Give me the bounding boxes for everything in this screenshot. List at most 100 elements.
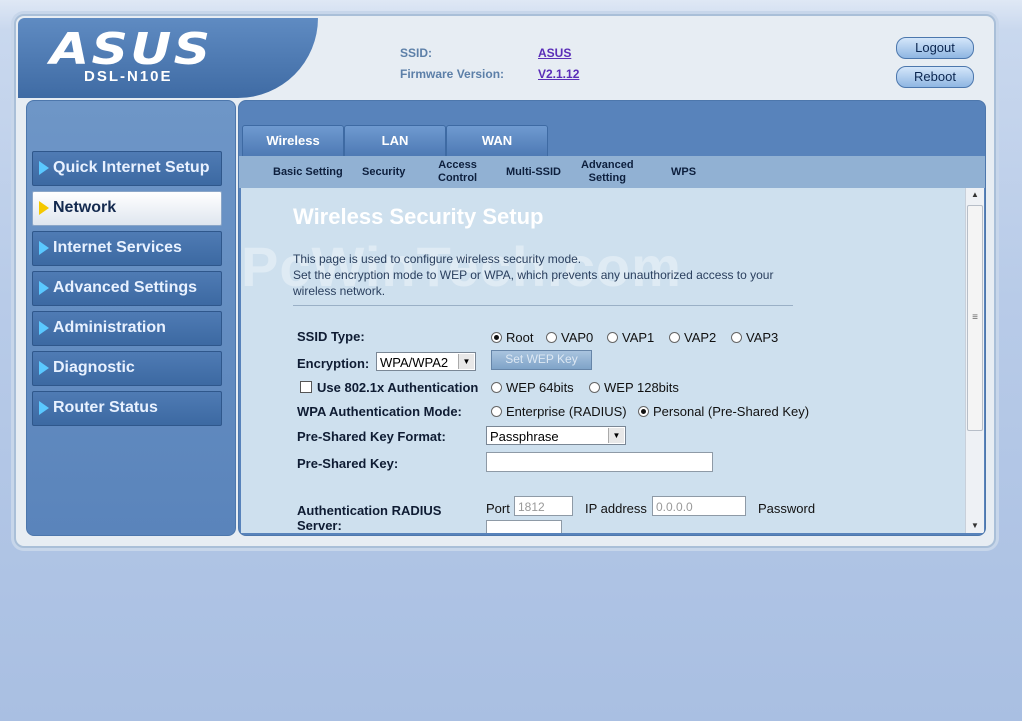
ssid-link[interactable]: ASUS <box>538 46 571 60</box>
divider <box>293 305 793 306</box>
psk-format-value: Passphrase <box>490 429 559 444</box>
radio-icon[interactable] <box>546 332 557 343</box>
checkbox-icon[interactable] <box>300 381 312 393</box>
encryption-label: Encryption: <box>297 356 370 371</box>
port-input[interactable]: 1812 <box>514 496 573 516</box>
subtab-advanced-setting[interactable]: Advanced Setting <box>581 159 634 185</box>
subtab-bar: Basic Setting Security Access Control Mu… <box>239 156 985 188</box>
ssid-option-vap1[interactable]: VAP1 <box>607 330 654 345</box>
nav-diagnostic[interactable]: Diagnostic <box>32 351 222 386</box>
psk-format-label: Pre-Shared Key Format: <box>297 429 446 444</box>
subtab-multi-ssid[interactable]: Multi-SSID <box>506 166 561 179</box>
subtab-wps[interactable]: WPS <box>671 166 696 179</box>
content-area: PcWinTech.com Wireless Security Setup Th… <box>241 188 965 533</box>
ip-address-input[interactable]: 0.0.0.0 <box>652 496 746 516</box>
radio-icon[interactable] <box>491 406 502 417</box>
header: ASUS DSL-N10E SSID: ASUS Firmware Versio… <box>16 16 994 100</box>
radio-icon[interactable] <box>491 382 502 393</box>
nav-router-status[interactable]: Router Status <box>32 391 222 426</box>
wep128-option[interactable]: WEP 128bits <box>589 380 679 395</box>
firmware-label: Firmware Version: <box>400 67 505 81</box>
firmware-link[interactable]: V2.1.12 <box>538 67 579 81</box>
nav-label: Quick Internet Setup <box>53 159 210 176</box>
arrow-right-icon <box>39 201 49 215</box>
desc-line: Set the encryption mode to WEP or WPA, w… <box>293 268 774 282</box>
radio-icon[interactable] <box>607 332 618 343</box>
subtab-line: Advanced <box>581 159 634 171</box>
subtab-access-control[interactable]: Access Control <box>438 159 477 185</box>
page-title: Wireless Security Setup <box>293 204 544 229</box>
nav-label: Router Status <box>53 399 158 416</box>
nav-label: Internet Services <box>53 239 182 256</box>
tab-wireless[interactable]: Wireless <box>242 125 344 158</box>
ssid-option-vap0[interactable]: VAP0 <box>546 330 593 345</box>
ssid-label: SSID: <box>400 46 433 60</box>
encryption-value: WPA/WPA2 <box>380 355 449 370</box>
subtab-line: Setting <box>588 172 626 184</box>
subtab-line: Access <box>438 159 477 171</box>
asus-logo: ASUS DSL-N10E <box>18 18 318 98</box>
nav-network[interactable]: Network <box>32 191 222 226</box>
logout-button[interactable]: Logout <box>896 37 974 59</box>
radio-icon[interactable] <box>589 382 600 393</box>
port-label: Port <box>486 501 510 516</box>
arrow-right-icon <box>39 321 49 335</box>
ssid-option-vap3[interactable]: VAP3 <box>731 330 778 345</box>
nav-administration[interactable]: Administration <box>32 311 222 346</box>
password-label: Password <box>758 501 816 516</box>
tab-lan[interactable]: LAN <box>344 125 446 158</box>
label-line: Server: <box>297 518 342 533</box>
radius-extra-input[interactable] <box>486 520 562 533</box>
subtab-basic-setting[interactable]: Basic Setting <box>273 166 343 179</box>
arrow-right-icon <box>39 241 49 255</box>
wpa-enterprise-option[interactable]: Enterprise (RADIUS) <box>491 404 627 419</box>
psk-input[interactable] <box>486 452 713 472</box>
use-8021x-option[interactable]: Use 802.1x Authentication <box>300 380 478 395</box>
arrow-right-icon <box>39 401 49 415</box>
subtab-security[interactable]: Security <box>362 166 405 179</box>
dropdown-arrow-icon[interactable]: ▼ <box>458 354 474 369</box>
scroll-down-icon[interactable]: ▼ <box>966 519 984 533</box>
nav-label: Network <box>53 199 117 216</box>
desc-line: wireless network. <box>293 284 386 298</box>
radio-selected-icon[interactable] <box>491 332 502 343</box>
set-wep-key-button[interactable]: Set WEP Key <box>491 350 592 370</box>
arrow-right-icon <box>39 161 49 175</box>
desc-line: This page is used to configure wireless … <box>293 252 582 266</box>
ssid-option-vap2[interactable]: VAP2 <box>669 330 716 345</box>
scroll-up-icon[interactable]: ▲ <box>966 188 984 202</box>
label-line: Authentication RADIUS <box>297 503 442 518</box>
ssid-option-root[interactable]: Root <box>491 330 533 345</box>
subtab-line: Control <box>438 172 478 184</box>
vertical-scrollbar[interactable]: ▲ ≡ ▼ <box>965 188 984 533</box>
radio-selected-icon[interactable] <box>638 406 649 417</box>
radio-icon[interactable] <box>731 332 742 343</box>
nav-advanced-settings[interactable]: Advanced Settings <box>32 271 222 306</box>
ssid-type-label: SSID Type: <box>297 329 365 344</box>
scroll-thumb[interactable]: ≡ <box>967 205 983 431</box>
psk-format-select[interactable]: Passphrase ▼ <box>486 426 626 445</box>
wpa-personal-option[interactable]: Personal (Pre-Shared Key) <box>638 404 809 419</box>
dropdown-arrow-icon[interactable]: ▼ <box>608 428 624 443</box>
arrow-right-icon <box>39 361 49 375</box>
tab-wan[interactable]: WAN <box>446 125 548 158</box>
model-name: DSL-N10E <box>84 68 173 85</box>
reboot-button[interactable]: Reboot <box>896 66 974 88</box>
encryption-select[interactable]: WPA/WPA2 ▼ <box>376 352 476 371</box>
nav-quick-internet-setup[interactable]: Quick Internet Setup <box>32 151 222 186</box>
wpa-mode-label: WPA Authentication Mode: <box>297 404 462 419</box>
arrow-right-icon <box>39 281 49 295</box>
main-panel: Wireless LAN WAN Basic Setting Security … <box>238 100 986 536</box>
nav-internet-services[interactable]: Internet Services <box>32 231 222 266</box>
nav-label: Diagnostic <box>53 359 135 376</box>
page-description: This page is used to configure wireless … <box>293 251 853 299</box>
radio-icon[interactable] <box>669 332 680 343</box>
wep64-option[interactable]: WEP 64bits <box>491 380 574 395</box>
sidebar: Quick Internet Setup Network Internet Se… <box>26 100 236 536</box>
nav-label: Administration <box>53 319 166 336</box>
ip-address-label: IP address <box>585 501 647 516</box>
router-window: ASUS DSL-N10E SSID: ASUS Firmware Versio… <box>14 14 996 548</box>
radius-server-label: Authentication RADIUS Server: <box>297 503 441 533</box>
psk-label: Pre-Shared Key: <box>297 456 399 471</box>
nav-label: Advanced Settings <box>53 279 198 296</box>
